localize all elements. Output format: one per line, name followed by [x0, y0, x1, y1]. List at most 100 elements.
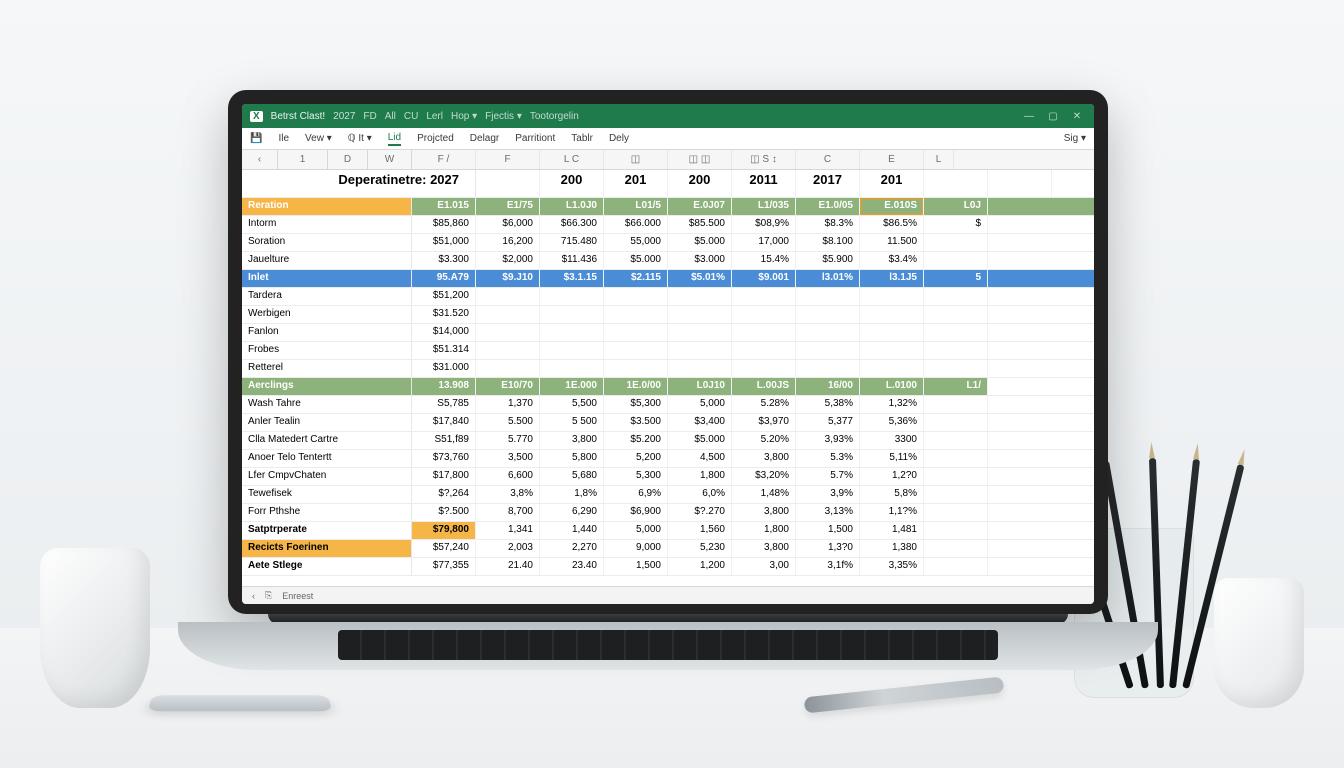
cell[interactable] [604, 306, 668, 323]
cell[interactable]: 5.7% [796, 468, 860, 485]
cell[interactable] [668, 360, 732, 377]
ribbon-tab[interactable]: Vew ▾ [305, 133, 332, 144]
table-row[interactable]: Satptrperate$79,8001,3411,4405,0001,5601… [242, 522, 1094, 540]
cell[interactable]: 5,680 [540, 468, 604, 485]
col-letter[interactable]: F / [412, 150, 476, 169]
cell[interactable]: $57,240 [412, 540, 476, 557]
spreadsheet-grid[interactable]: Deperatinetre: 202720020120020112017201R… [242, 170, 1094, 586]
nav-back[interactable]: ‹ [242, 150, 278, 169]
cell[interactable] [924, 252, 988, 269]
col-letter[interactable]: ◫ [604, 150, 668, 169]
cell[interactable]: $17,840 [412, 414, 476, 431]
cell[interactable]: 15.4% [732, 252, 796, 269]
cell[interactable]: L1/ [924, 378, 988, 395]
cell[interactable] [924, 558, 988, 575]
table-row[interactable]: Recicts Foerinen$57,2402,0032,2709,0005,… [242, 540, 1094, 558]
cell[interactable]: $79,800 [412, 522, 476, 539]
cell[interactable]: 3,800 [732, 504, 796, 521]
cell[interactable] [924, 540, 988, 557]
cell[interactable]: $73,760 [412, 450, 476, 467]
cell[interactable] [860, 288, 924, 305]
cell[interactable]: $?.500 [412, 504, 476, 521]
cell[interactable]: $51,200 [412, 288, 476, 305]
cell[interactable]: 5 500 [540, 414, 604, 431]
table-row[interactable]: Fanlon$14,000 [242, 324, 1094, 342]
table-row[interactable]: Anoer Telo Tentertt$73,7603,5005,8005,20… [242, 450, 1094, 468]
cell[interactable]: $51.314 [412, 342, 476, 359]
table-row[interactable]: Jauelture$3.300$2,000$11.436$5.000$3.000… [242, 252, 1094, 270]
cell[interactable]: 1,32% [860, 396, 924, 413]
cell[interactable]: 5,11% [860, 450, 924, 467]
table-row[interactable]: Lfer CmpvChaten$17,8006,6005,6805,3001,8… [242, 468, 1094, 486]
ribbon-tab-selected[interactable]: Lid [388, 132, 401, 146]
cell[interactable]: $3.000 [668, 252, 732, 269]
cell[interactable]: l3.01% [796, 270, 860, 287]
cell[interactable] [924, 504, 988, 521]
cell[interactable] [924, 468, 988, 485]
cell[interactable] [924, 342, 988, 359]
cell[interactable]: $3.300 [412, 252, 476, 269]
cell[interactable]: L01/5 [604, 198, 668, 215]
cell[interactable]: 1,800 [732, 522, 796, 539]
ribbon-right[interactable]: Sig ▾ [1064, 133, 1086, 144]
cell[interactable]: $6,000 [476, 216, 540, 233]
table-row[interactable]: Frobes$51.314 [242, 342, 1094, 360]
cell[interactable]: $9.J10 [476, 270, 540, 287]
cell[interactable]: 1E.000 [540, 378, 604, 395]
cell[interactable]: $08,9% [732, 216, 796, 233]
table-row[interactable]: Soration$51,00016,200715.48055,000$5.000… [242, 234, 1094, 252]
title-part[interactable]: Lerl [426, 111, 443, 122]
ribbon-tab[interactable]: Ile [278, 133, 289, 144]
title-part[interactable]: CU [404, 111, 418, 122]
cell[interactable] [732, 342, 796, 359]
cell[interactable]: $31.520 [412, 306, 476, 323]
cell[interactable]: 3,500 [476, 450, 540, 467]
title-part[interactable]: Tootorgelin [530, 111, 579, 122]
cell[interactable] [924, 432, 988, 449]
cell[interactable] [796, 306, 860, 323]
table-row[interactable]: Clla Matedert CartreS51,f895.7703,800$5.… [242, 432, 1094, 450]
cell[interactable] [476, 288, 540, 305]
cell[interactable]: E1.0/05 [796, 198, 860, 215]
cell[interactable]: 3,800 [732, 540, 796, 557]
cell[interactable]: $77,355 [412, 558, 476, 575]
table-row[interactable]: Intorm$85,860$6,000$66.300$66.000$85.500… [242, 216, 1094, 234]
cell[interactable]: S51,f89 [412, 432, 476, 449]
cell[interactable]: 1,48% [732, 486, 796, 503]
cell[interactable]: L.00JS [732, 378, 796, 395]
col-letter[interactable]: ◫ S ↕ [732, 150, 796, 169]
cell[interactable]: L1/035 [732, 198, 796, 215]
cell[interactable] [860, 324, 924, 341]
cell[interactable]: 16/00 [796, 378, 860, 395]
table-row[interactable]: Inlet95.A79$9.J10$3.1.15$2.115$5.01%$9.0… [242, 270, 1094, 288]
cell[interactable] [796, 324, 860, 341]
cell[interactable]: 3,93% [796, 432, 860, 449]
cell[interactable]: 1,2?0 [860, 468, 924, 485]
cell[interactable] [924, 288, 988, 305]
cell[interactable]: 1,481 [860, 522, 924, 539]
cell[interactable]: 5,38% [796, 396, 860, 413]
cell[interactable]: $3.1.15 [540, 270, 604, 287]
cell[interactable]: 5.3% [796, 450, 860, 467]
cell[interactable]: 5,500 [540, 396, 604, 413]
ribbon-tab[interactable]: Tablr [571, 133, 593, 144]
cell[interactable]: 1E.0/00 [604, 378, 668, 395]
cell[interactable]: 6,290 [540, 504, 604, 521]
table-row[interactable]: Anler Tealin$17,8405.5005 500$3.500$3,40… [242, 414, 1094, 432]
cell[interactable]: 16,200 [476, 234, 540, 251]
cell[interactable]: 3,35% [860, 558, 924, 575]
cell[interactable]: 5.500 [476, 414, 540, 431]
cell[interactable]: 5,230 [668, 540, 732, 557]
cell[interactable]: $5,300 [604, 396, 668, 413]
cell[interactable]: $17,800 [412, 468, 476, 485]
cell[interactable]: L1.0J0 [540, 198, 604, 215]
cell[interactable]: 1,380 [860, 540, 924, 557]
cell[interactable] [476, 324, 540, 341]
col-letter[interactable]: F [476, 150, 540, 169]
cell[interactable] [924, 324, 988, 341]
sheet-tab-icon[interactable]: ⎘ [265, 590, 272, 601]
cell[interactable] [732, 360, 796, 377]
cell[interactable] [476, 306, 540, 323]
cell[interactable]: 21.40 [476, 558, 540, 575]
cell[interactable] [540, 360, 604, 377]
